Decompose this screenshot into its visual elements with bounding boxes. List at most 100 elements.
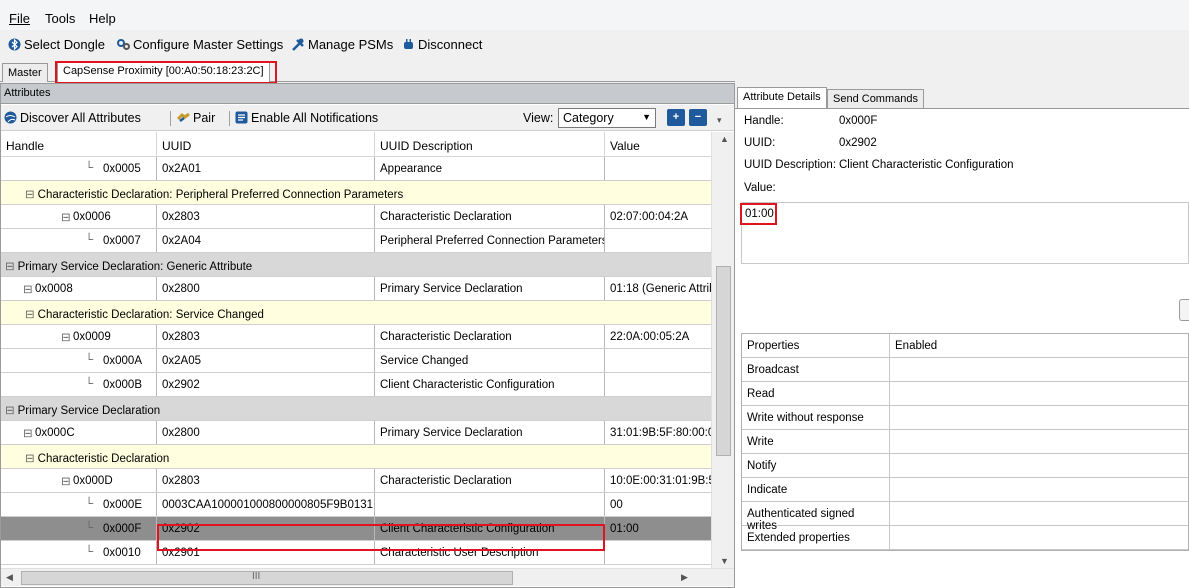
property-enabled[interactable] [890,358,1189,381]
table-row[interactable]: ⊟ 0x0008 0x2800 Primary Service Declaration… [1,277,711,301]
group-label: ⊟ Primary Service Declaration: Generic At… [5,253,685,276]
collapse-icon[interactable]: ⊟ [61,474,71,488]
uuid-cell: 0x2A04 [157,229,375,252]
menu-file[interactable]: File [9,11,30,26]
collapse-icon[interactable]: ⊟ [5,405,15,417]
scroll-up-icon[interactable]: ▲ [720,134,729,144]
desc-cell: Characteristic Declaration [375,469,605,492]
table-row[interactable]: ⊟ 0x0009 0x2803 Characteristic Declaration 2… [1,325,711,349]
table-row[interactable]: ⊟ 0x0006 0x2803 Characteristic Declaration 0… [1,205,711,229]
uuid-cell: 0x2803 [157,469,375,492]
desc-cell: Primary Service Declaration [375,277,605,300]
table-group-row[interactable]: ⊟ Characteristic Declaration: Service Cha… [1,301,711,325]
select-dongle-label: Select Dongle [24,37,105,52]
property-row: Notify [742,454,1188,478]
table-row[interactable]: └ 0x000F 0x2902 Client Characteristic Confi… [1,517,711,541]
property-enabled[interactable] [890,406,1189,429]
property-enabled[interactable] [890,502,1189,525]
menu-tools[interactable]: Tools [45,11,75,26]
table-row[interactable]: └ 0x0005 0x2A01 Appearance [1,157,711,181]
property-name: Indicate [742,478,890,501]
disconnect-button[interactable]: Disconnect [402,37,482,52]
scroll-left-icon[interactable]: ◀ [6,572,13,583]
table-row[interactable]: └ 0x0010 0x2901 Characteristic User Descrip… [1,541,711,565]
horizontal-scrollbar[interactable]: ◀ III ▶ [1,568,734,586]
property-enabled[interactable] [890,478,1189,501]
gears-icon [117,39,130,50]
table-row[interactable]: ⊟ 0x000C 0x2800 Primary Service Declaration… [1,421,711,445]
manage-psms-button[interactable]: Manage PSMs [292,37,393,52]
table-row[interactable]: └ 0x0007 0x2A04 Peripheral Preferred Connec… [1,229,711,253]
collapse-all-icon[interactable]: − [689,109,707,126]
pair-button[interactable]: Pair [177,111,215,125]
handle-cell: └ 0x000B [1,373,157,396]
column-header-uuid[interactable]: UUID [157,132,375,157]
select-dongle-button[interactable]: Select Dongle [8,37,105,52]
table-row[interactable]: └ 0x000E 0003CAA100001000800000805F9B0131 0… [1,493,711,517]
tab-capsense-proximity[interactable]: CapSense Proximity [00:A0:50:18:23:2C] [57,61,270,83]
table-row[interactable]: └ 0x000B 0x2902 Client Characteristic Confi… [1,373,711,397]
overflow-icon[interactable]: ▾ [717,115,722,126]
collapse-icon[interactable]: ⊟ [25,189,35,201]
property-name: Authenticated signed writes [742,502,890,532]
property-enabled[interactable] [890,526,1189,549]
table-group-row[interactable]: ⊟ Characteristic Declaration: Peripheral … [1,181,711,205]
handle-text: 0x0005 [103,163,141,175]
globe-icon [4,111,17,124]
attribute-details: Handle: 0x000F UUID: 0x2902 UUID Descrip… [735,108,1189,588]
properties-rows: Broadcast Read Write without response Write… [742,358,1188,550]
table-row[interactable]: └ 0x000A 0x2A05 Service Changed [1,349,711,373]
collapse-icon[interactable]: ⊟ [61,330,71,344]
handle-cell: ⊟ 0x0009 [1,325,157,348]
grid-rows: └ 0x0005 0x2A01 Appearance ⊟ Characteristic D… [1,157,711,565]
collapse-icon[interactable]: ⊟ [61,210,71,224]
desc-cell: Appearance [375,157,605,180]
table-group-row[interactable]: ⊟ Primary Service Declaration: Generic At… [1,253,711,277]
collapse-icon[interactable]: ⊟ [23,282,33,296]
grip-mark: III [252,571,261,582]
collapse-icon[interactable]: ⊟ [23,426,33,440]
configure-master-button[interactable]: Configure Master Settings [117,37,283,52]
desc-cell [375,493,605,516]
property-row: Write [742,430,1188,454]
discover-all-button[interactable]: Discover All Attributes [4,111,141,125]
scroll-down-icon[interactable]: ▼ [720,556,729,566]
uuid-value: 0x2902 [839,137,877,149]
table-group-row[interactable]: ⊟ Primary Service Declaration [1,397,711,421]
notification-icon [235,111,248,124]
value-field[interactable]: 01:00 [741,202,1189,264]
value-cell: 01:00 [610,523,639,535]
tab-send-commands[interactable]: Send Commands [827,89,924,108]
tab-attribute-details[interactable]: Attribute Details [737,87,827,109]
column-header-handle[interactable]: Handle [1,132,157,157]
scroll-right-icon[interactable]: ▶ [681,572,688,583]
tab-master[interactable]: Master [2,63,48,82]
collapse-icon[interactable]: ⊟ [25,309,35,321]
property-row: Indicate [742,478,1188,502]
write-button[interactable] [1179,299,1189,321]
scrollbar-thumb[interactable] [716,266,731,456]
property-enabled[interactable] [890,382,1189,405]
handle-text: 0x000C [35,427,75,439]
column-header-value[interactable]: Value [605,132,711,157]
property-enabled[interactable] [890,454,1189,477]
vertical-scrollbar[interactable]: ▲ ▼ [711,132,734,568]
collapse-icon[interactable]: ⊟ [25,453,35,465]
menu-help[interactable]: Help [89,11,116,26]
handle-cell: └ 0x000A [1,349,157,372]
view-select[interactable]: Category ▼ [558,108,656,128]
property-row: Broadcast [742,358,1188,382]
property-enabled[interactable] [890,430,1189,453]
enable-notifications-button[interactable]: Enable All Notifications [235,111,378,125]
group-label: ⊟ Characteristic Declaration: Service Cha… [25,301,705,324]
hscrollbar-thumb[interactable]: III [21,571,513,585]
table-group-row[interactable]: ⊟ Characteristic Declaration [1,445,711,469]
collapse-icon[interactable]: ⊟ [5,261,15,273]
column-header-uuid-description[interactable]: UUID Description [375,132,605,157]
uuid-cell: 0003CAA100001000800000805F9B0131 [157,493,375,516]
group-label-text: Characteristic Declaration [37,453,170,465]
table-row[interactable]: ⊟ 0x000D 0x2803 Characteristic Declaration 1… [1,469,711,493]
expand-all-icon[interactable]: + [667,109,685,126]
property-name: Notify [742,454,890,477]
attributes-panel: Attributes Discover All Attributes Pair … [0,83,735,588]
